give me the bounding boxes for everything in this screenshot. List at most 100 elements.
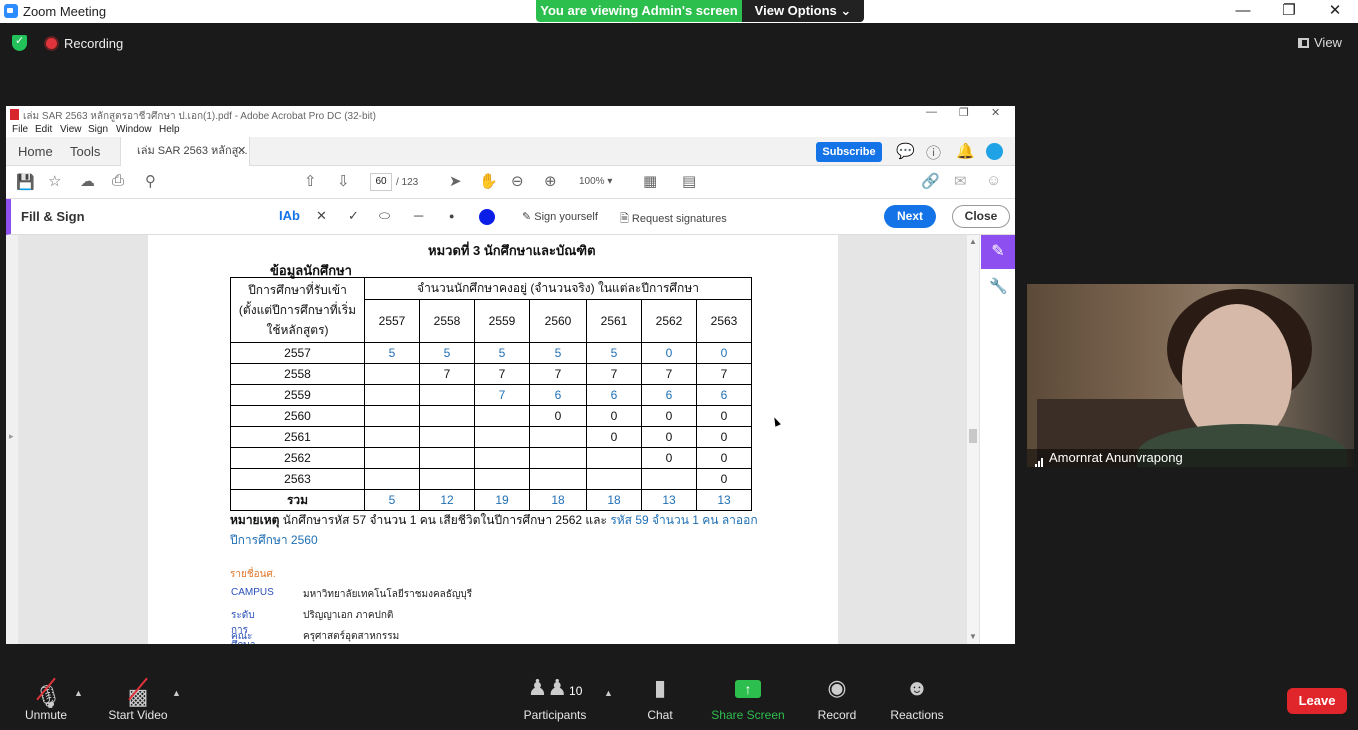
tab-document[interactable]: เล่ม SAR 2563 หลักสู... ✕ (120, 137, 250, 166)
view-layout-button[interactable]: View (1298, 31, 1350, 55)
tab-document-label: เล่ม SAR 2563 หลักสู... (137, 145, 248, 157)
add-text-tool[interactable]: IAb (279, 208, 300, 223)
table-cell: 6 (529, 384, 587, 406)
scroll-down-icon[interactable]: ▼ (969, 632, 977, 641)
sign-yourself-button[interactable]: ✎ Sign yourself (522, 210, 598, 223)
menu-edit[interactable]: Edit (35, 124, 52, 135)
acrobat-restore-icon[interactable]: ❐ (959, 106, 969, 119)
view-options-button[interactable]: View Options ⌄ (742, 0, 864, 22)
acrobat-minimize-icon[interactable]: — (926, 106, 937, 118)
comment-icon[interactable]: 💬 (896, 142, 915, 160)
participants-chevron-icon[interactable]: ▲ (604, 688, 613, 698)
scroll-up-icon[interactable]: ▲ (969, 237, 977, 246)
table-cell (474, 447, 530, 469)
reactions-button[interactable]: ☻ Reactions (888, 668, 946, 722)
start-video-label: Start Video (108, 708, 168, 722)
request-signatures-button[interactable]: 🗎 Request signatures (620, 210, 727, 229)
menu-sign[interactable]: Sign (88, 124, 108, 135)
minimize-button[interactable]: — (1220, 0, 1266, 23)
print-icon[interactable]: ⎙ (112, 172, 124, 189)
next-button[interactable]: Next (884, 205, 936, 228)
fill-sign-tool-icon[interactable]: ✎ (981, 235, 1015, 269)
subscribe-button[interactable]: Subscribe (816, 142, 882, 162)
zoom-level-dropdown[interactable]: 100% ▾ (579, 176, 612, 187)
leave-button[interactable]: Leave (1287, 688, 1347, 714)
table-cell: 0 (696, 426, 752, 448)
fit-page-icon[interactable]: ▦ (643, 172, 657, 190)
acrobat-close-icon[interactable]: ✕ (991, 106, 1000, 119)
left-panel-rail[interactable]: ▸ (6, 235, 18, 644)
recording-label[interactable]: Recording (64, 36, 123, 51)
menu-window[interactable]: Window (116, 124, 152, 135)
share-screen-button[interactable]: ↑ Share Screen (710, 668, 786, 722)
year-header-cell: 2562 (641, 298, 697, 344)
more-tools-icon[interactable]: 🔧 (989, 277, 1008, 295)
table-cell: 7 (696, 363, 752, 385)
record-button[interactable]: ◉ Record (812, 668, 862, 722)
select-pointer-icon[interactable]: ➤ (449, 172, 462, 190)
table-row: 2557 5 5 5 5 5 0 0 (230, 342, 752, 364)
document-viewport[interactable]: ▸ หมวดที่ 3 นักศึกษาและบัณฑิต ข้อมูลนักศ… (6, 235, 972, 644)
zoom-out-icon[interactable]: ⊖ (511, 172, 524, 190)
upload-cloud-icon[interactable]: ☁ (80, 172, 95, 190)
page-number-input[interactable]: 60 (370, 173, 392, 191)
ellipse-icon[interactable]: ⬭ (379, 208, 390, 224)
view-options-label: View Options (754, 3, 837, 18)
search-zoom-icon[interactable]: ⚲ (145, 172, 156, 190)
table-cell: 6 (641, 384, 697, 406)
email-icon[interactable]: ✉ (954, 172, 967, 190)
table-cell: 5 (419, 342, 475, 364)
tab-tools[interactable]: Tools (70, 137, 120, 166)
link-icon[interactable]: 🔗 (921, 172, 940, 190)
security-shield-icon[interactable] (12, 34, 27, 51)
tab-home[interactable]: Home (18, 137, 78, 166)
participants-button[interactable]: ♟♟ 10 Participants (520, 668, 590, 722)
total-cell: 13 (641, 489, 697, 511)
note-text: นักศึกษารหัส 57 จำนวน 1 คน เสียชีวิตในปี… (282, 513, 607, 527)
add-user-icon[interactable]: ☺ (986, 172, 1001, 189)
hand-tool-icon[interactable]: ✋ (479, 172, 498, 190)
save-icon[interactable]: 💾 (16, 173, 35, 191)
sign-yourself-label: Sign yourself (534, 211, 598, 223)
table-row: 2563 0 (230, 468, 752, 490)
chat-button[interactable]: ▮ Chat (640, 668, 680, 722)
color-picker-icon[interactable] (479, 209, 495, 225)
microphone-muted-icon: 🎙 (18, 668, 74, 709)
menu-help[interactable]: Help (159, 124, 180, 135)
menu-view[interactable]: View (60, 124, 82, 135)
cross-mark-icon[interactable]: ✕ (316, 208, 327, 224)
table-cell: 7 (586, 363, 642, 385)
menu-file[interactable]: File (12, 124, 28, 135)
next-page-icon[interactable]: ⇩ (337, 172, 350, 190)
close-window-button[interactable]: ✕ (1312, 0, 1358, 23)
scrollbar-thumb[interactable] (969, 429, 977, 443)
row-year-cell: 2561 (230, 426, 365, 448)
bookmark-star-icon[interactable]: ☆ (48, 172, 61, 190)
participant-video-tile[interactable]: Amornrat Anunvrapong (1027, 284, 1354, 467)
audio-options-chevron-icon[interactable]: ▲ (74, 688, 83, 698)
video-options-chevron-icon[interactable]: ▲ (172, 688, 181, 698)
notification-bell-icon[interactable]: 🔔 (956, 142, 975, 160)
check-mark-icon[interactable]: ✓ (348, 208, 359, 224)
vertical-scrollbar[interactable]: ▲ ▼ (967, 235, 979, 644)
table-row: 2562 0 0 (230, 447, 752, 469)
scroll-mode-icon[interactable]: ▤ (682, 172, 696, 190)
account-avatar-icon[interactable] (986, 143, 1003, 160)
start-video-button[interactable]: ▩ Start Video (104, 668, 172, 722)
total-cell: 12 (419, 489, 475, 511)
meeting-controls: 🎙 Unmute ▲ ▩ Start Video ▲ ♟♟ 10 Particip… (0, 668, 1358, 730)
table-cell: 0 (696, 405, 752, 427)
help-icon[interactable]: ⓘ (926, 142, 941, 163)
close-tab-icon[interactable]: ✕ (237, 137, 246, 166)
unmute-button[interactable]: 🎙 Unmute (18, 668, 74, 722)
zoom-in-icon[interactable]: ⊕ (544, 172, 557, 190)
previous-page-icon[interactable]: ⇧ (304, 172, 317, 190)
close-fill-sign-button[interactable]: Close (952, 205, 1010, 228)
maximize-button[interactable]: ❐ (1266, 0, 1312, 23)
total-cell: 5 (364, 489, 420, 511)
list-key: คณะ (231, 631, 253, 642)
dot-icon[interactable]: ● (449, 211, 454, 221)
expand-left-icon[interactable]: ▸ (9, 431, 14, 442)
line-icon[interactable]: ─ (414, 208, 423, 223)
row-year-cell: 2562 (230, 447, 365, 469)
